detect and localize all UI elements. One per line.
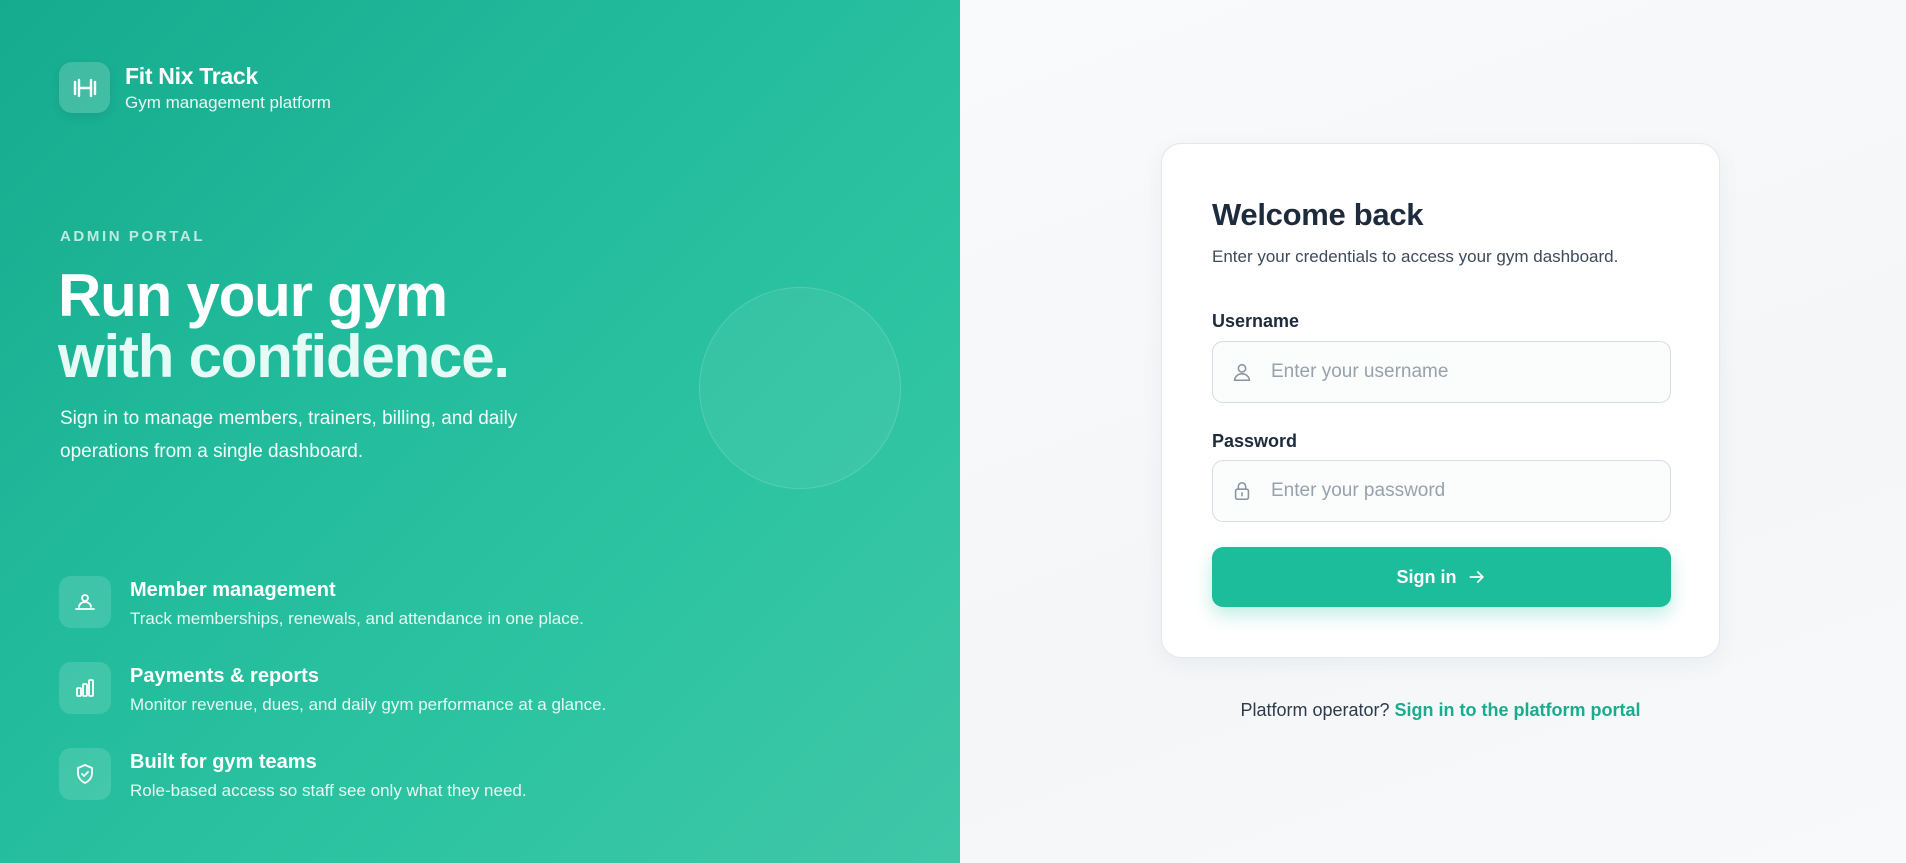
- login-panel: Welcome back Enter your credentials to a…: [960, 0, 1906, 863]
- feature-desc: Monitor revenue, dues, and daily gym per…: [130, 695, 607, 714]
- members-icon: [59, 576, 111, 628]
- bar-chart-icon: [59, 662, 111, 714]
- feature-desc: Track memberships, renewals, and attenda…: [130, 609, 584, 628]
- lock-icon: [1213, 480, 1271, 502]
- footer-prompt: Platform operator?: [1240, 700, 1390, 720]
- password-field[interactable]: [1212, 460, 1671, 522]
- sign-in-label: Sign in: [1396, 566, 1457, 587]
- feature-desc: Role-based access so staff see only what…: [130, 781, 527, 800]
- shield-check-icon: [59, 748, 111, 800]
- arrow-right-icon: [1467, 567, 1487, 587]
- login-subtitle: Enter your credentials to access your gy…: [1212, 247, 1619, 266]
- login-card: Welcome back Enter your credentials to a…: [1161, 143, 1720, 658]
- platform-portal-link[interactable]: Sign in to the platform portal: [1395, 700, 1641, 720]
- feature-title: Payments & reports: [130, 665, 319, 687]
- feature-item: Member management Track memberships, ren…: [59, 576, 606, 662]
- password-label: Password: [1212, 431, 1298, 451]
- login-title: Welcome back: [1212, 197, 1424, 232]
- username-input[interactable]: [1271, 361, 1651, 383]
- headline-line-1: Run your gym: [58, 262, 448, 329]
- feature-item: Built for gym teams Role-based access so…: [59, 748, 606, 834]
- username-field[interactable]: [1212, 341, 1671, 403]
- headline-line-2: with confidence.: [58, 323, 510, 390]
- feature-list: Member management Track memberships, ren…: [59, 576, 606, 834]
- brand: Fit Nix Track Gym management platform: [59, 62, 331, 113]
- eyebrow-label: ADMIN PORTAL: [60, 228, 206, 245]
- brand-name: Fit Nix Track: [125, 63, 258, 89]
- dumbbell-icon: [59, 62, 110, 113]
- feature-title: Member management: [130, 579, 336, 601]
- password-input[interactable]: [1271, 480, 1651, 502]
- brand-tagline: Gym management platform: [125, 93, 331, 112]
- feature-title: Built for gym teams: [130, 751, 317, 773]
- user-icon: [1213, 361, 1271, 383]
- username-label: Username: [1212, 311, 1300, 331]
- decorative-circle: [699, 287, 901, 489]
- hero-panel: Fit Nix Track Gym management platform AD…: [0, 0, 960, 863]
- platform-footer: Platform operator? Sign in to the platfo…: [960, 700, 1906, 721]
- login-page: Fit Nix Track Gym management platform AD…: [0, 0, 1906, 863]
- feature-item: Payments & reports Monitor revenue, dues…: [59, 662, 606, 748]
- hero-lead: Sign in to manage members, trainers, bil…: [60, 408, 518, 462]
- sign-in-button[interactable]: Sign in: [1212, 547, 1671, 607]
- hero-headline: Run your gym with confidence.: [58, 262, 510, 390]
